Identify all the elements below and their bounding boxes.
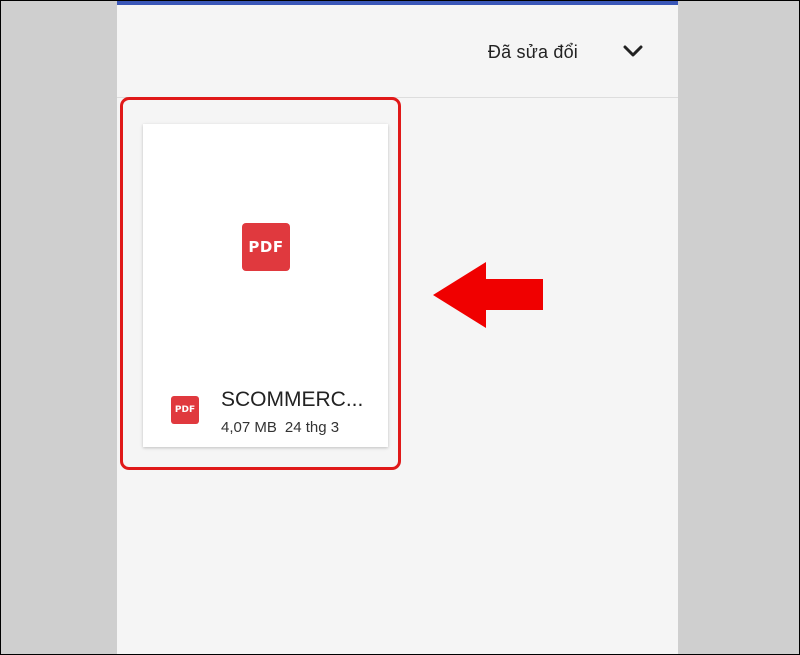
file-card[interactable]: PDF PDF SCOMMERC... 4,07 MB 24 thg 3 (143, 124, 388, 447)
file-size: 4,07 MB (221, 419, 277, 436)
sort-bar: Đã sửa đổi (117, 5, 678, 98)
file-meta: 4,07 MB 24 thg 3 (221, 419, 339, 436)
file-browser-screen: Đã sửa đổi PDF PDF SCOMMERC... 4,07 MB 24… (117, 0, 678, 655)
file-modified-date: 24 thg 3 (284, 419, 340, 436)
chevron-down-icon[interactable] (622, 43, 644, 59)
arrow-left-icon (433, 262, 543, 328)
pdf-file-type-icon: PDF (171, 396, 199, 424)
sort-dropdown-label[interactable]: Đã sửa đổi (488, 42, 578, 63)
pdf-thumbnail-icon: PDF (242, 223, 290, 271)
file-name: SCOMMERC... (221, 388, 364, 411)
